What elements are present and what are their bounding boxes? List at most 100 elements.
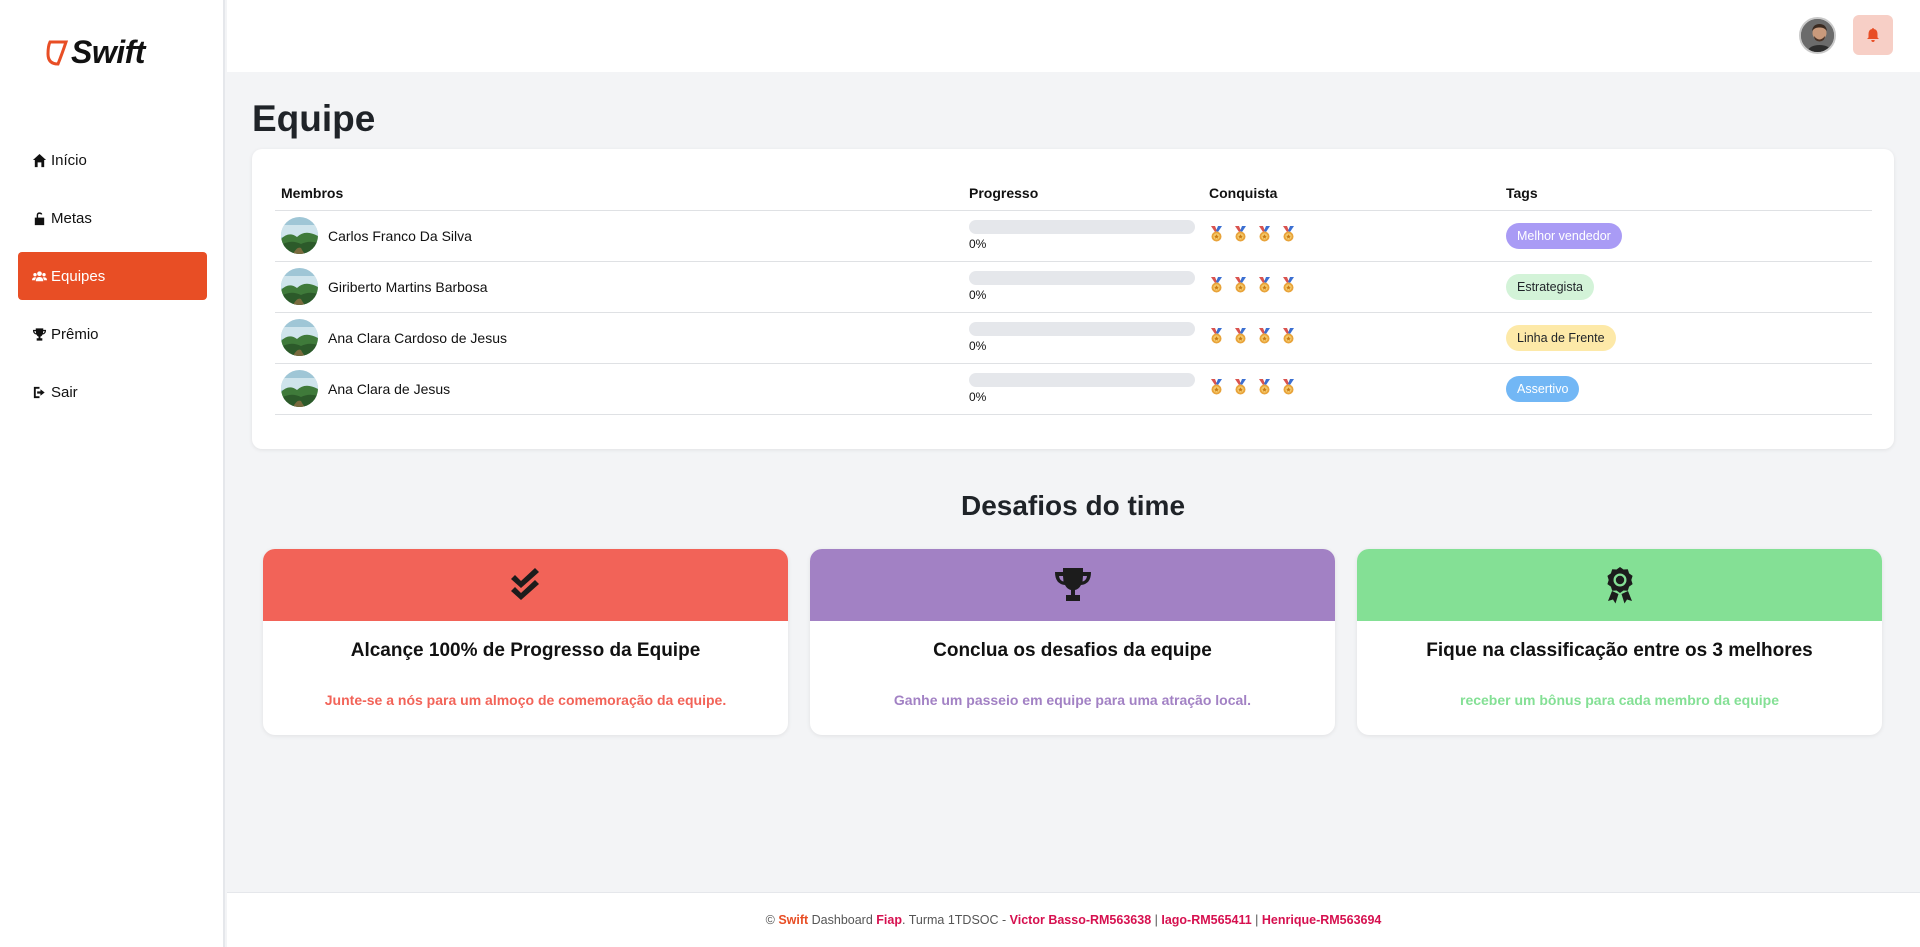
progress-bar bbox=[969, 322, 1195, 336]
achievement-cell bbox=[1203, 210, 1500, 262]
member-cell: Carlos Franco Da Silva bbox=[275, 210, 963, 262]
sidebar-item-inicio[interactable]: Início bbox=[18, 136, 207, 184]
footer-brand: Swift bbox=[778, 913, 809, 927]
table-header-row: Membros Progresso Conquista Tags bbox=[275, 176, 1872, 211]
header-tags: Tags bbox=[1500, 176, 1872, 211]
challenge-title: Conclua os desafios da equipe bbox=[933, 640, 1212, 661]
medal-icon bbox=[1233, 277, 1248, 296]
challenge-header bbox=[810, 549, 1335, 621]
sidebar-item-label: Início bbox=[51, 151, 87, 169]
member: Ana Clara Cardoso de Jesus bbox=[281, 319, 963, 356]
medal-icon bbox=[1281, 328, 1296, 347]
team-table: Membros Progresso Conquista Tags Carlos … bbox=[275, 176, 1872, 415]
logo-text: Swift bbox=[71, 34, 145, 70]
challenge-card: Conclua os desafios da equipe Ganhe um p… bbox=[810, 549, 1335, 735]
medal-icon bbox=[1209, 226, 1224, 245]
footer-separator: | bbox=[1251, 913, 1262, 927]
member: Ana Clara de Jesus bbox=[281, 370, 963, 407]
progress-bar bbox=[969, 373, 1195, 387]
member-tag: Estrategista bbox=[1506, 273, 1595, 300]
challenge-reward: receber um bônus para cada membro da equ… bbox=[1460, 692, 1779, 708]
medals bbox=[1209, 277, 1500, 296]
challenge-reward: Junte-se a nós para um almoço de comemor… bbox=[324, 692, 727, 708]
trophy-icon bbox=[31, 326, 47, 342]
challenge-header bbox=[263, 549, 788, 621]
challenge-card: Fique na classificação entre os 3 melhor… bbox=[1357, 549, 1882, 735]
progress-text: 0% bbox=[969, 237, 987, 251]
progress-text: 0% bbox=[969, 288, 987, 302]
table-row: Ana Clara de Jesus 0% Assertivo bbox=[275, 363, 1872, 415]
challenge-card: Alcançe 100% de Progresso da Equipe Junt… bbox=[263, 549, 788, 735]
member: Giriberto Martins Barbosa bbox=[281, 268, 963, 305]
member: Carlos Franco Da Silva bbox=[281, 217, 963, 254]
double-check-icon bbox=[510, 568, 539, 600]
footer-author: Henrique-RM563694 bbox=[1261, 913, 1382, 927]
medal-icon bbox=[1281, 226, 1296, 245]
topbar bbox=[227, 0, 1920, 72]
achievement-cell bbox=[1203, 261, 1500, 313]
member-cell: Giriberto Martins Barbosa bbox=[275, 261, 963, 313]
footer-text: Dashboard bbox=[808, 913, 877, 927]
member-avatar bbox=[281, 217, 318, 254]
challenge-title: Fique na classificação entre os 3 melhor… bbox=[1426, 640, 1813, 661]
team-table-body: Carlos Franco Da Silva 0% Melhor vendedor G… bbox=[275, 210, 1872, 415]
footer-school: Fiap bbox=[876, 913, 902, 927]
sidebar-item-label: Prêmio bbox=[51, 325, 99, 343]
header-members: Membros bbox=[275, 176, 963, 211]
medal-icon bbox=[1257, 379, 1272, 398]
logo[interactable]: Swift bbox=[44, 34, 145, 71]
user-avatar[interactable] bbox=[1799, 17, 1836, 54]
medals bbox=[1209, 226, 1500, 245]
progress-bar bbox=[969, 220, 1195, 234]
table-row: Carlos Franco Da Silva 0% Melhor vendedor bbox=[275, 210, 1872, 262]
medal-icon bbox=[1281, 277, 1296, 296]
member-name: Carlos Franco Da Silva bbox=[328, 227, 472, 244]
challenges-title: Desafios do time bbox=[960, 490, 1186, 521]
member-name: Giriberto Martins Barbosa bbox=[328, 278, 488, 295]
achievement-cell bbox=[1203, 312, 1500, 364]
notification-button[interactable] bbox=[1853, 15, 1893, 55]
medal-icon bbox=[1209, 328, 1224, 347]
sidebar-item-label: Sair bbox=[51, 383, 78, 401]
member-tag: Assertivo bbox=[1506, 375, 1580, 402]
achievement-cell bbox=[1203, 363, 1500, 415]
swift-logo-icon bbox=[46, 40, 69, 66]
footer-copyright: © bbox=[765, 913, 775, 927]
member-avatar bbox=[281, 319, 318, 356]
medal-icon bbox=[1233, 226, 1248, 245]
medal-icon bbox=[1257, 226, 1272, 245]
tag-cell: Estrategista bbox=[1500, 261, 1872, 313]
tag-cell: Assertivo bbox=[1500, 363, 1872, 415]
medal-icon bbox=[1233, 379, 1248, 398]
sidebar-item-premio[interactable]: Prêmio bbox=[18, 310, 207, 358]
award-icon bbox=[1606, 567, 1633, 604]
users-icon bbox=[31, 268, 47, 284]
tag-cell: Melhor vendedor bbox=[1500, 210, 1872, 262]
challenge-title: Alcançe 100% de Progresso da Equipe bbox=[350, 640, 701, 661]
medals bbox=[1209, 328, 1500, 347]
member-avatar bbox=[281, 268, 318, 305]
sidebar-nav: Início Metas Equipes Prêmio Sair bbox=[18, 136, 207, 426]
home-icon bbox=[31, 152, 47, 168]
footer-separator: | bbox=[1151, 913, 1162, 927]
table-row: Ana Clara Cardoso de Jesus 0% Linha de Fre… bbox=[275, 312, 1872, 364]
member-avatar bbox=[281, 370, 318, 407]
medal-icon bbox=[1281, 379, 1296, 398]
progress-text: 0% bbox=[969, 339, 987, 353]
progress-cell: 0% bbox=[963, 210, 1203, 262]
footer-author: Iago-RM565411 bbox=[1161, 913, 1252, 927]
sidebar-item-label: Metas bbox=[51, 209, 92, 227]
table-row: Giriberto Martins Barbosa 0% Estrategista bbox=[275, 261, 1872, 313]
medal-icon bbox=[1209, 379, 1224, 398]
medal-icon bbox=[1209, 277, 1224, 296]
challenge-reward: Ganhe um passeio em equipe para uma atra… bbox=[893, 692, 1252, 708]
medals bbox=[1209, 379, 1500, 398]
sidebar-item-equipes[interactable]: Equipes bbox=[18, 252, 207, 300]
sidebar-item-metas[interactable]: Metas bbox=[18, 194, 207, 242]
medal-icon bbox=[1257, 328, 1272, 347]
medal-icon bbox=[1257, 277, 1272, 296]
progress-cell: 0% bbox=[963, 363, 1203, 415]
tag-cell: Linha de Frente bbox=[1500, 312, 1872, 364]
sidebar-item-sair[interactable]: Sair bbox=[18, 368, 207, 416]
sidebar-item-label: Equipes bbox=[51, 267, 106, 285]
